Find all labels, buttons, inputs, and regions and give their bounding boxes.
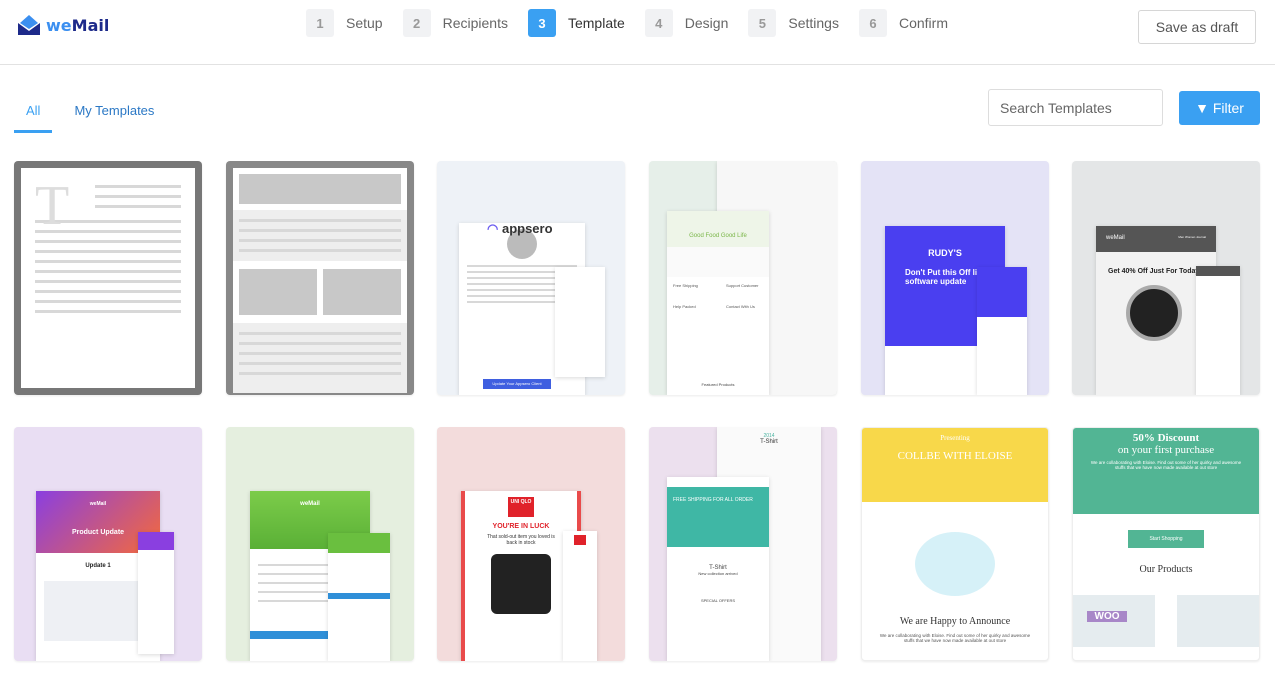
step-label: Recipients <box>442 15 508 31</box>
template-card-announce[interactable]: Presenting COLLBE WITH ELOISE We are Hap… <box>861 427 1049 661</box>
discount-headline: 50% Discount <box>1132 432 1200 444</box>
tshirt-headline: T-Shirt <box>760 439 778 445</box>
logo-text: weMail <box>46 15 110 35</box>
step-number: 3 <box>527 9 556 37</box>
announce-headline: COLLBE WITH ELOISE <box>897 450 1013 462</box>
template-card-plain-text[interactable]: T <box>14 161 202 395</box>
top-header: weMail 1 Setup 2 Recipients 3 Template 4 Design… <box>0 0 1275 65</box>
step-label: Settings <box>788 15 839 31</box>
appsero-button: Update Your Appsero Client <box>483 379 551 389</box>
template-letter: T <box>35 175 70 237</box>
step-label: Design <box>684 15 729 31</box>
step-number: 5 <box>748 9 777 37</box>
wizard-steps: 1 Setup 2 Recipients 3 Template 4 Design 5 Settin… <box>306 9 968 37</box>
uniqlo-headline: YOU'RE IN LUCK <box>492 523 550 530</box>
step-number: 6 <box>858 9 887 37</box>
announce-pre: Presenting <box>940 434 970 442</box>
illustration-image <box>915 532 995 596</box>
discount-section: Our Products <box>1139 564 1193 575</box>
step-label: Setup <box>346 15 383 31</box>
discount-sub: on your first purchase <box>1117 444 1215 456</box>
step-confirm[interactable]: 6 Confirm <box>858 9 948 37</box>
watch-nav: Men Women Journal <box>1178 235 1206 239</box>
step-setup[interactable]: 1 Setup <box>306 9 383 37</box>
appsero-logo: ◠ appsero <box>487 221 553 236</box>
announce-body: We are collaborating with Eloise. Find o… <box>879 633 1031 643</box>
tab-my-templates[interactable]: My Templates <box>62 96 166 133</box>
start-shopping-button: Start Shopping <box>1128 530 1204 548</box>
search-templates-input[interactable] <box>988 89 1163 126</box>
template-card-product-update[interactable]: weMail Product Update Update 1 <box>14 427 202 661</box>
envelope-logo-icon <box>18 15 40 35</box>
template-card-green[interactable]: weMail <box>226 427 414 661</box>
template-card-watch[interactable]: weMail Men Women Journal Get 40% Off Just… <box>1072 161 1260 395</box>
uniqlo-sub: That sold-out item you loved is back in … <box>487 534 555 546</box>
uniqlo-logo: UNI QLO <box>508 497 534 517</box>
template-card-appsero[interactable]: appsero Update Your Appsero Client ◠ app… <box>437 161 625 395</box>
step-number: 1 <box>306 9 334 37</box>
step-recipients[interactable]: 2 Recipients <box>402 9 508 37</box>
template-card-basic-layout[interactable] <box>226 161 414 395</box>
product-update-brand: weMail <box>89 501 107 507</box>
announce-title: We are Happy to Announce <box>899 616 1011 627</box>
tshirt-section: SPECIAL OFFERS <box>700 598 736 603</box>
wemail-logo[interactable]: weMail <box>17 14 109 36</box>
template-card-food[interactable]: Good Food Good Life Free Shipping Support… <box>649 161 837 395</box>
watch-brand: weMail <box>1106 235 1125 241</box>
filter-icon: ▼ <box>1195 100 1209 116</box>
step-template[interactable]: 3 Template <box>527 9 625 37</box>
food-footer: Featured Products <box>701 382 735 387</box>
tshirt-sub: New collection arrived <box>698 571 738 576</box>
step-design[interactable]: 4 Design <box>644 9 729 37</box>
filter-label: Filter <box>1212 100 1244 116</box>
feature-label: Contact With Us <box>726 304 755 309</box>
template-card-tshirt[interactable]: 2014 T-Shirt FREE SHIPPING FOR ALL ORDER… <box>649 427 837 661</box>
rudys-brand: RUDY'S <box>928 248 962 258</box>
step-number: 2 <box>402 9 431 37</box>
woo-logo: WOO <box>1087 611 1127 622</box>
step-label: Confirm <box>898 15 948 31</box>
template-card-rudys[interactable]: RUDY'S Don't Put this Off like a softwar… <box>861 161 1049 395</box>
step-label: Template <box>567 15 625 31</box>
discount-body: We are collaborating with Eloise. Find o… <box>1090 460 1242 470</box>
tshirt-banner: FREE SHIPPING FOR ALL ORDER <box>667 487 769 547</box>
template-card-uniqlo[interactable]: UNI QLO YOU'RE IN LUCK That sold-out ite… <box>437 427 625 661</box>
save-as-draft-button[interactable]: Save as draft <box>1138 10 1256 44</box>
step-number: 4 <box>644 9 673 37</box>
feature-label: Support Customer <box>726 283 759 288</box>
feature-label: Help Packed <box>673 304 696 309</box>
step-settings[interactable]: 5 Settings <box>748 9 839 37</box>
feature-label: Free Shipping <box>673 283 698 288</box>
template-tabs: All My Templates <box>14 96 176 133</box>
filter-button[interactable]: ▼ Filter <box>1179 91 1260 125</box>
template-card-discount[interactable]: 50% Discount on your first purchase We a… <box>1072 427 1260 661</box>
tab-all[interactable]: All <box>14 96 53 133</box>
food-headline: Good Food Good Life <box>667 211 769 247</box>
